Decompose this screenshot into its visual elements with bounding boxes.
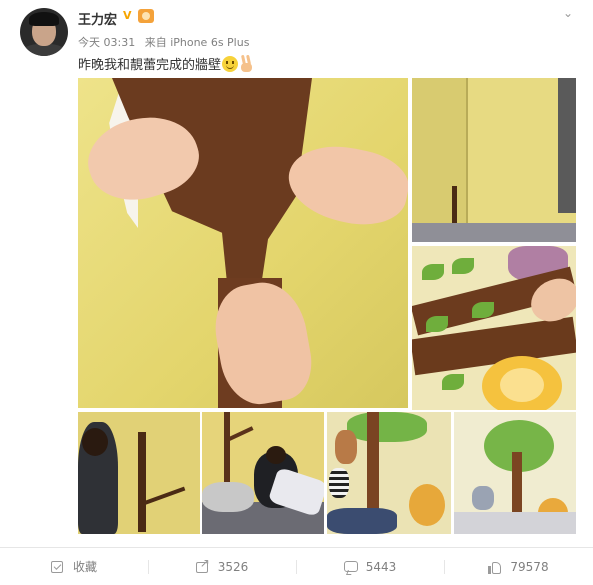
weibo-post-card: 王力宏 V ⌄ 今天 03:31 来自 iPhone 6s Plus 昨晚我和靚… xyxy=(0,0,593,585)
photo-animal-mural[interactable] xyxy=(327,412,451,534)
avatar[interactable] xyxy=(20,8,68,56)
share-button[interactable]: 3526 xyxy=(148,548,296,585)
post-text: 昨晚我和靚蕾完成的牆壁 xyxy=(78,54,254,73)
lion-decal xyxy=(409,484,445,526)
photo-man-at-wall[interactable] xyxy=(78,412,200,534)
bed xyxy=(454,512,576,534)
photo-room-corner[interactable] xyxy=(412,78,576,242)
elephant-decal xyxy=(472,486,494,510)
person-head xyxy=(266,446,286,464)
verified-badge-icon: V xyxy=(123,9,132,22)
branch-decal xyxy=(142,486,186,506)
pillow xyxy=(202,482,254,512)
leaf-decal xyxy=(472,302,494,318)
tree-canopy-decal xyxy=(347,412,427,442)
chevron-down-icon[interactable]: ⌄ xyxy=(563,6,575,20)
smile-emoji-icon xyxy=(222,56,239,72)
member-medal-icon[interactable] xyxy=(138,9,154,23)
action-bar: 收藏 3526 5443 79578 xyxy=(0,547,593,585)
victory-hand-emoji-icon xyxy=(240,55,254,73)
tree-decal xyxy=(452,186,457,226)
comment-count: 5443 xyxy=(365,559,397,574)
photo-finished-mural[interactable] xyxy=(454,412,576,534)
leaf-decal xyxy=(422,264,444,280)
favorite-label: 收藏 xyxy=(72,560,97,574)
zebra-decal xyxy=(329,468,349,498)
post-text-content: 昨晚我和靚蕾完成的牆壁 xyxy=(78,58,222,73)
branch-decal xyxy=(226,426,254,442)
tree-decal xyxy=(138,432,146,532)
floor xyxy=(412,223,576,242)
leaf-decal xyxy=(452,258,474,274)
post-time[interactable]: 今天 03:31 xyxy=(78,36,135,49)
person-head xyxy=(82,428,108,456)
avatar-hair xyxy=(29,12,59,26)
share-icon xyxy=(195,556,210,574)
like-icon xyxy=(488,560,502,574)
person xyxy=(327,508,397,534)
like-count: 79578 xyxy=(510,559,549,574)
wall-corner xyxy=(466,78,468,223)
tree-decal xyxy=(512,452,522,512)
post-source[interactable]: 来自 iPhone 6s Plus xyxy=(145,36,250,49)
door xyxy=(558,78,576,213)
photo-tree-lion-closeup[interactable] xyxy=(412,246,576,410)
share-count: 3526 xyxy=(217,559,249,574)
photo-wall xyxy=(412,78,467,242)
tree-decal xyxy=(224,412,230,482)
post-meta: 今天 03:31 来自 iPhone 6s Plus xyxy=(78,34,249,50)
leaf-decal xyxy=(442,374,464,390)
username[interactable]: 王力宏 xyxy=(78,9,117,28)
comment-button[interactable]: 5443 xyxy=(296,548,444,585)
lion-face-decal xyxy=(500,368,544,402)
like-button[interactable]: 79578 xyxy=(444,548,593,585)
leaf-decal xyxy=(426,316,448,332)
comment-icon xyxy=(343,560,358,574)
favorite-icon xyxy=(50,560,65,574)
monkey-decal xyxy=(335,430,357,464)
photo-main[interactable] xyxy=(78,78,408,408)
favorite-button[interactable]: 收藏 xyxy=(0,548,148,585)
photo-man-on-floor[interactable] xyxy=(202,412,324,534)
